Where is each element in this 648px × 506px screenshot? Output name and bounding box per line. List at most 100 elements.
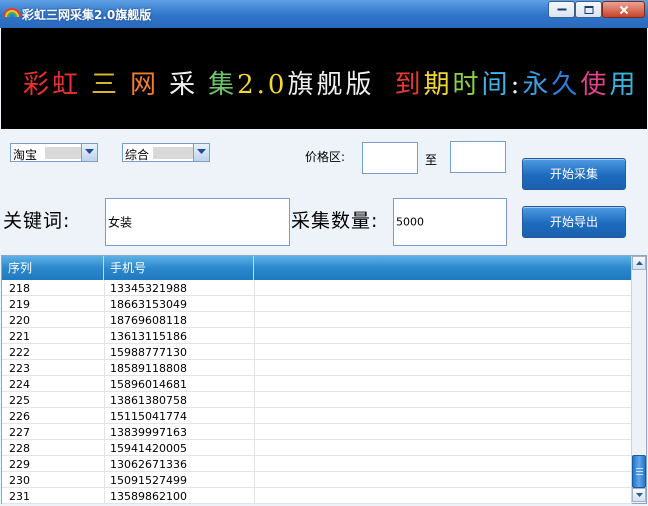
table-row[interactable]: 225 13861380758 — [2, 392, 632, 408]
column-divider — [254, 424, 255, 440]
banner-char: : — [510, 70, 523, 100]
column-header-phone[interactable]: 手机号 — [104, 256, 254, 280]
row-index: 223 — [9, 362, 30, 375]
platform-select[interactable]: 淘宝 — [10, 143, 98, 162]
minimize-button[interactable] — [548, 1, 575, 18]
column-divider — [254, 328, 255, 344]
scroll-up-button[interactable] — [632, 256, 646, 270]
close-button[interactable] — [602, 1, 645, 18]
banner-char: 旗 — [287, 70, 317, 100]
column-divider — [104, 408, 105, 424]
row-phone: 13839997163 — [110, 426, 187, 439]
price-max-input[interactable] — [450, 141, 506, 173]
row-index: 224 — [9, 378, 30, 391]
table-row[interactable]: 221 13613115186 — [2, 328, 632, 344]
category-dropdown-button[interactable] — [193, 144, 209, 161]
platform-select-value: 淘宝 — [13, 148, 38, 162]
table-row[interactable]: 226 15115041774 — [2, 408, 632, 424]
column-divider — [254, 456, 255, 472]
column-divider — [254, 440, 255, 456]
scroll-down-button[interactable] — [632, 488, 646, 502]
banner-char: 虹 — [52, 70, 82, 100]
row-phone: 15115041774 — [110, 410, 187, 423]
maximize-icon — [584, 5, 593, 14]
row-index: 228 — [9, 442, 30, 455]
column-divider — [104, 456, 105, 472]
column-divider — [104, 376, 105, 392]
price-to-label: 至 — [425, 153, 438, 167]
column-divider — [254, 360, 255, 376]
banner-char — [81, 70, 91, 100]
column-divider — [254, 280, 255, 296]
banner-char: 久 — [551, 70, 581, 100]
table-row[interactable]: 218 13345321988 — [2, 280, 632, 296]
row-index: 226 — [9, 410, 30, 423]
chevron-down-icon — [85, 149, 94, 154]
maximize-button[interactable] — [575, 1, 602, 18]
column-divider — [104, 312, 105, 328]
category-select[interactable]: 综合 — [122, 143, 210, 162]
price-range-label: 价格区: — [305, 150, 346, 164]
collect-count-input[interactable]: 5000 — [393, 198, 507, 246]
row-phone: 15896014681 — [110, 378, 187, 391]
table-row[interactable]: 229 13062671336 — [2, 456, 632, 472]
column-divider — [254, 488, 255, 504]
table-row[interactable]: 228 15941420005 — [2, 440, 632, 456]
table-row[interactable]: 224 15896014681 — [2, 376, 632, 392]
phone-list[interactable]: 序列 手机号 218 13345321988 219 18663153049 220 18… — [1, 255, 647, 504]
banner-char — [120, 70, 130, 100]
start-collect-button[interactable]: 开始采集 — [522, 158, 626, 190]
row-index: 227 — [9, 426, 30, 439]
column-divider — [104, 424, 105, 440]
column-divider — [104, 392, 105, 408]
banner-char — [385, 70, 395, 100]
collect-count-value: 5000 — [396, 215, 424, 229]
list-rows: 218 13345321988 219 18663153049 220 187696081… — [2, 280, 632, 504]
vertical-scrollbar[interactable] — [631, 256, 646, 503]
collect-count-label: 采集数量: — [291, 210, 379, 232]
column-divider — [104, 280, 105, 296]
table-row[interactable]: 231 13589862100 — [2, 488, 632, 504]
row-index: 222 — [9, 346, 30, 359]
select-highlight — [45, 147, 81, 159]
column-divider — [254, 376, 255, 392]
rainbow-icon — [3, 8, 21, 18]
row-phone: 18663153049 — [110, 298, 187, 311]
column-divider — [254, 408, 255, 424]
row-index: 230 — [9, 474, 30, 487]
banner-char: 彩 — [23, 70, 53, 100]
column-divider — [104, 488, 105, 504]
table-row[interactable]: 220 18769608118 — [2, 312, 632, 328]
table-row[interactable]: 223 18589118808 — [2, 360, 632, 376]
close-icon — [619, 5, 628, 14]
price-min-input[interactable] — [362, 142, 418, 174]
row-phone: 13613115186 — [110, 330, 187, 343]
banner-char: 集 — [208, 70, 238, 100]
banner-char: 三 — [91, 70, 121, 100]
row-phone: 13861380758 — [110, 394, 187, 407]
row-phone: 15941420005 — [110, 442, 187, 455]
title-bar[interactable]: 彩虹三网采集2.0旗舰版 — [0, 0, 648, 28]
row-phone: 18769608118 — [110, 314, 187, 327]
start-export-button[interactable]: 开始导出 — [522, 206, 626, 238]
column-divider — [254, 312, 255, 328]
category-select-value: 综合 — [125, 148, 150, 162]
table-row[interactable]: 222 15988777130 — [2, 344, 632, 360]
table-row[interactable]: 227 13839997163 — [2, 424, 632, 440]
column-header-index[interactable]: 序列 — [2, 256, 104, 280]
table-row[interactable]: 219 18663153049 — [2, 296, 632, 312]
column-header-empty[interactable] — [254, 256, 632, 280]
platform-dropdown-button[interactable] — [81, 144, 97, 161]
arrow-down-icon — [636, 493, 643, 497]
row-phone: 13345321988 — [110, 282, 187, 295]
column-divider — [104, 472, 105, 488]
minimize-icon — [557, 8, 566, 10]
banner-char: 时 — [452, 70, 482, 100]
table-row[interactable]: 230 15091527499 — [2, 472, 632, 488]
banner-char: 用 — [609, 70, 639, 100]
column-divider — [254, 344, 255, 360]
keyword-input[interactable]: 女装 — [105, 198, 290, 246]
column-divider — [104, 296, 105, 312]
scroll-thumb[interactable] — [632, 455, 646, 488]
keyword-value: 女装 — [108, 215, 133, 230]
